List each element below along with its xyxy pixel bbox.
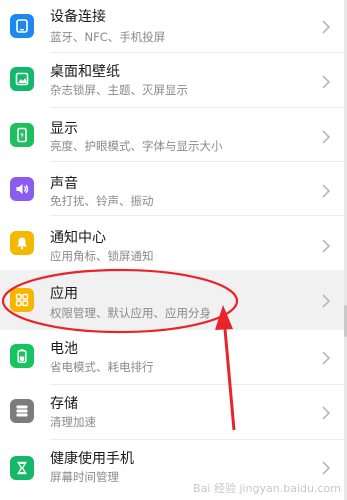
chevron-right-icon	[322, 130, 331, 144]
item-subtitle: 蓝牙、NFC、手机投屏	[50, 30, 166, 44]
bell-icon	[10, 231, 34, 255]
chevron-right-icon	[322, 461, 331, 475]
item-subtitle: 亮度、护眼模式、字体与显示大小	[50, 139, 223, 153]
settings-item-notification-center[interactable]: 通知中心 应用角标、锁屏通知	[0, 216, 347, 270]
item-subtitle: 权限管理、默认应用、应用分身	[50, 306, 211, 320]
settings-item-device-connection[interactable]: 设备连接 蓝牙、NFC、手机投屏	[0, 0, 347, 54]
item-title: 健康使用手机	[50, 451, 134, 467]
settings-item-storage[interactable]: 存储 清理加速	[0, 385, 347, 439]
item-subtitle: 应用角标、锁屏通知	[50, 249, 154, 263]
settings-item-sound[interactable]: 声音 免打扰、铃声、振动	[0, 162, 347, 216]
item-title: 显示	[50, 121, 78, 137]
settings-item-battery[interactable]: 电池 省电模式、耗电排行	[0, 330, 347, 384]
item-title: 通知中心	[50, 230, 106, 246]
chevron-right-icon	[322, 351, 331, 365]
storage-icon	[10, 399, 34, 423]
settings-item-desktop-wallpaper[interactable]: 桌面和壁纸 杂志锁屏、主题、灭屏显示	[0, 55, 347, 109]
chevron-right-icon	[322, 20, 331, 34]
hourglass-icon	[10, 456, 34, 480]
item-title: 存储	[50, 396, 78, 412]
chevron-right-icon	[322, 294, 331, 308]
chevron-right-icon	[322, 406, 331, 420]
display-icon	[10, 123, 34, 147]
wallpaper-icon	[10, 67, 34, 91]
battery-icon	[10, 344, 34, 368]
item-title: 电池	[50, 341, 78, 357]
item-subtitle: 省电模式、耗电排行	[50, 360, 154, 374]
settings-item-apps[interactable]: 应用 权限管理、默认应用、应用分身	[0, 270, 347, 330]
divider	[50, 52, 347, 53]
item-subtitle: 清理加速	[50, 415, 96, 429]
item-title: 桌面和壁纸	[50, 64, 120, 80]
device-connection-icon	[10, 14, 34, 38]
item-subtitle: 免打扰、铃声、振动	[50, 194, 154, 208]
chevron-right-icon	[322, 239, 331, 253]
chevron-right-icon	[322, 75, 331, 89]
item-title: 声音	[50, 176, 78, 192]
item-subtitle: 屏幕时间管理	[50, 470, 119, 484]
item-title: 应用	[50, 286, 78, 302]
apps-grid-icon	[10, 288, 34, 312]
item-title: 设备连接	[50, 9, 106, 25]
watermark: Bai 经验 jingyan.baidu.com	[193, 482, 341, 495]
speaker-icon	[10, 177, 34, 201]
chevron-right-icon	[322, 184, 331, 198]
settings-item-display[interactable]: 显示 亮度、护眼模式、字体与显示大小	[0, 108, 347, 162]
item-subtitle: 杂志锁屏、主题、灭屏显示	[50, 83, 188, 97]
